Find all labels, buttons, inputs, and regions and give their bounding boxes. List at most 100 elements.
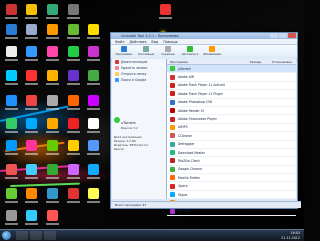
desktop-icon[interactable] xyxy=(25,46,38,61)
desktop-icon[interactable] xyxy=(67,4,80,19)
list-item[interactable]: µTorrent xyxy=(167,65,296,74)
list-item[interactable]: WinRAR xyxy=(167,208,296,217)
desktop-icon[interactable] xyxy=(67,118,80,133)
desktop-icon[interactable] xyxy=(5,210,18,225)
list-item[interactable]: Adobe AIR xyxy=(167,73,296,82)
desktop-icon[interactable] xyxy=(5,188,18,203)
desktop-icon[interactable] xyxy=(46,95,59,110)
desktop-icon[interactable] xyxy=(67,24,80,39)
list-item[interactable]: Defraggler xyxy=(167,141,296,149)
taskbar-app[interactable] xyxy=(30,231,42,240)
desktop-icon[interactable] xyxy=(46,210,59,225)
desktop-icon[interactable] xyxy=(87,24,100,39)
desktop-icon[interactable] xyxy=(67,188,80,203)
desktop-icon[interactable] xyxy=(46,4,59,19)
desktop-icon[interactable] xyxy=(25,4,38,19)
desktop-icon[interactable] xyxy=(5,4,18,19)
desktop-icon[interactable] xyxy=(46,140,59,155)
desktop-icon[interactable] xyxy=(46,188,59,203)
program-icon xyxy=(170,150,175,156)
list-item[interactable]: Adobe Shockwave Player xyxy=(167,115,296,124)
desktop-icon[interactable] xyxy=(5,24,18,39)
desktop-icon[interactable] xyxy=(46,164,59,179)
taskbar-app[interactable] xyxy=(44,231,56,240)
action-google-search[interactable]: Поиск в Google xyxy=(112,77,166,83)
desktop-icon[interactable] xyxy=(46,70,59,85)
desktop-icon[interactable] xyxy=(87,95,100,110)
close-button[interactable] xyxy=(288,33,296,38)
minimize-button[interactable] xyxy=(270,33,278,38)
desktop-icon[interactable] xyxy=(25,140,38,155)
program-name-cell: Skype xyxy=(178,192,188,197)
desktop-icon[interactable] xyxy=(87,46,100,61)
system-clock[interactable]: 16:03 21.11.2012 xyxy=(281,231,300,240)
desktop-icon[interactable] xyxy=(67,70,80,85)
program-name-cell: Download Master xyxy=(178,150,205,155)
desktop-icon[interactable] xyxy=(87,188,100,203)
desktop-icon[interactable] xyxy=(5,164,18,179)
menu-help[interactable]: Помощь xyxy=(163,40,177,44)
list-item[interactable]: Adobe Reader XI xyxy=(167,107,296,116)
list-item[interactable]: CCleaner xyxy=(167,132,296,141)
list-item[interactable]: Opera xyxy=(167,182,296,191)
desktop-icon[interactable] xyxy=(87,118,100,133)
list-item[interactable]: Google Chrome xyxy=(167,166,296,175)
system-tab[interactable]: Системные xyxy=(136,46,156,57)
program-version: Версия 3.2 xyxy=(121,126,138,130)
taskbar-app[interactable] xyxy=(16,231,28,240)
programs-list[interactable]: Программа Размер Установлено µTorrent Ado… xyxy=(167,59,296,217)
desktop-icon[interactable] xyxy=(25,24,38,39)
hidden-tab[interactable]: Скрытые xyxy=(158,46,178,57)
desktop-icon[interactable] xyxy=(25,70,38,85)
desktop-icon[interactable] xyxy=(87,164,100,179)
list-item[interactable]: Skype xyxy=(167,191,296,200)
remove-icon xyxy=(115,66,119,70)
menu-file[interactable]: Файл xyxy=(115,40,124,44)
column-program[interactable]: Программа xyxy=(167,60,250,64)
list-item[interactable]: Adobe Flash Player 11 ActiveX xyxy=(167,82,296,91)
desktop-icon[interactable] xyxy=(46,118,59,133)
column-size[interactable]: Размер xyxy=(250,60,272,64)
desktop-icon[interactable] xyxy=(25,210,38,225)
desktop-icon[interactable] xyxy=(67,95,80,110)
desktop-icon[interactable] xyxy=(5,118,18,133)
desktop-icon[interactable] xyxy=(5,140,18,155)
list-item[interactable]: Mozilla Firefox xyxy=(167,174,296,183)
program-name-cell: CCleaner xyxy=(178,133,193,138)
desktop-icon[interactable] xyxy=(67,46,80,61)
desktop-icon[interactable] xyxy=(5,70,18,85)
list-item[interactable]: AIMP3 xyxy=(167,124,296,133)
programs-tab[interactable]: Программы xyxy=(114,46,134,57)
start-button[interactable] xyxy=(2,231,11,240)
desktop-icon[interactable] xyxy=(25,118,38,133)
desktop-icon[interactable] xyxy=(5,95,18,110)
desktop-icon[interactable] xyxy=(46,24,59,39)
desktop-icon[interactable] xyxy=(87,70,100,85)
desktop-icon[interactable] xyxy=(25,95,38,110)
list-item[interactable]: Download Master xyxy=(167,149,296,158)
program-icon xyxy=(170,91,175,97)
list-item[interactable]: Adobe Photoshop CS6 xyxy=(167,99,296,107)
uninstall-tool-window[interactable]: Uninstall Tool 3.2.1 - Программы Файл Де… xyxy=(110,32,301,217)
update-tab[interactable]: Обновление xyxy=(202,46,222,57)
desktop-icon[interactable] xyxy=(25,164,38,179)
desktop-icon[interactable] xyxy=(25,188,38,203)
menu-actions[interactable]: Действия xyxy=(129,40,146,44)
window-titlebar[interactable]: Uninstall Tool 3.2.1 - Программы xyxy=(111,33,297,39)
autorun-tab[interactable]: Автозапуск xyxy=(180,46,200,57)
folder-icon xyxy=(115,72,119,76)
desktop-icon[interactable] xyxy=(67,164,80,179)
list-item[interactable]: FileZilla Client xyxy=(167,157,296,166)
desktop-icon[interactable] xyxy=(159,4,172,19)
desktop-icon[interactable] xyxy=(87,140,100,155)
column-installed[interactable]: Установлено xyxy=(272,60,292,64)
desktop-icon[interactable] xyxy=(67,140,80,155)
desktop-icon[interactable] xyxy=(46,46,59,61)
menu-view[interactable]: Вид xyxy=(151,40,158,44)
list-item[interactable]: Adobe Flash Player 11 Plugin xyxy=(167,90,296,99)
desktop-icon[interactable] xyxy=(5,46,18,61)
program-name-cell: Google Chrome xyxy=(178,167,203,172)
maximize-button[interactable] xyxy=(279,33,287,38)
program-icon xyxy=(170,124,175,130)
program-name-cell: Adobe Photoshop CS6 xyxy=(178,100,213,105)
